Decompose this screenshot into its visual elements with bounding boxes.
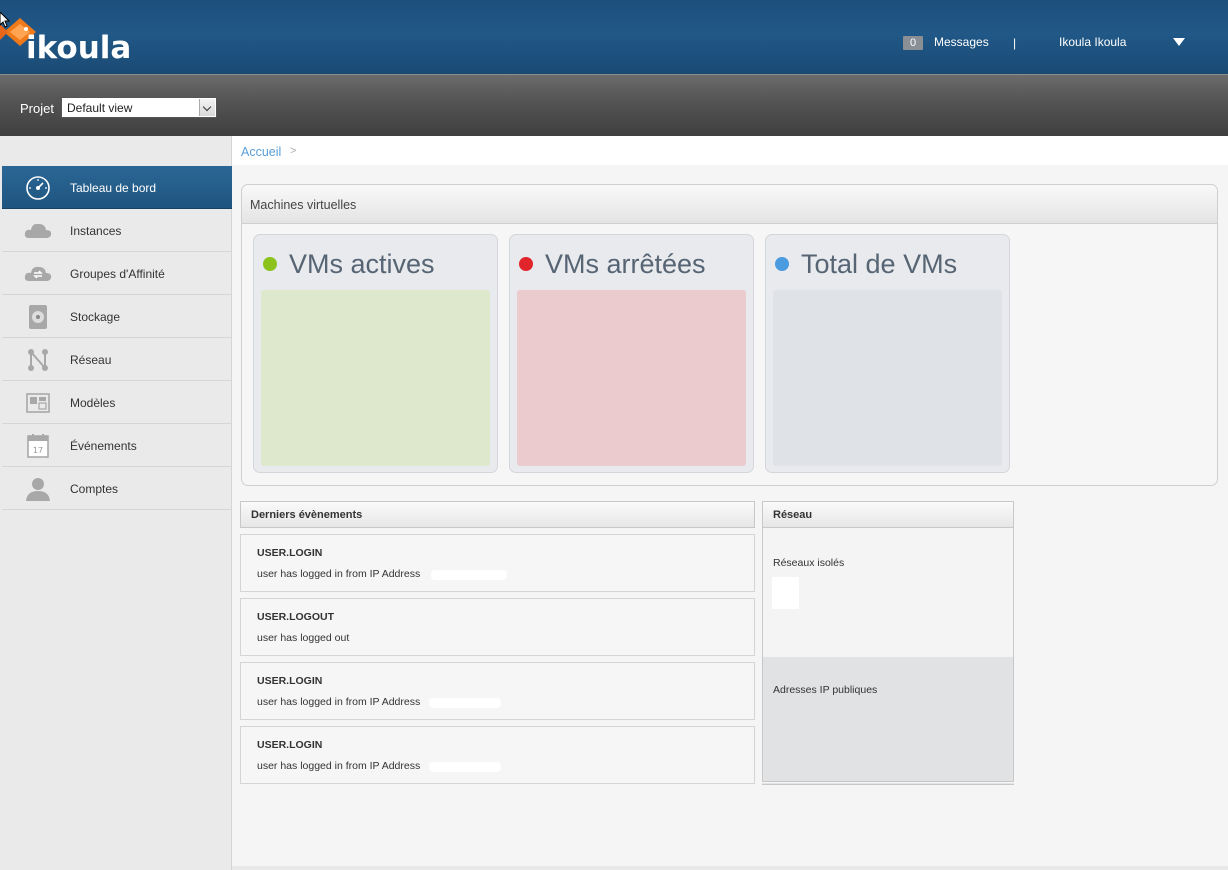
project-select-value: Default view <box>67 101 133 115</box>
breadcrumb-separator: > <box>290 145 297 157</box>
event-type: USER.LOGIN <box>257 675 323 687</box>
mouse-cursor-icon <box>0 12 10 28</box>
vm-card-chart-area <box>261 290 490 466</box>
vm-card-title: Total de VMs <box>801 249 958 279</box>
sidebar-item-storage[interactable]: Stockage <box>2 295 232 338</box>
status-dot-icon <box>519 257 533 271</box>
event-description: user has logged in from IP Address <box>257 568 421 580</box>
breadcrumb: Accueil > <box>232 136 1228 165</box>
sidebar-item-events[interactable]: 17 Événements <box>2 424 232 467</box>
event-item[interactable]: USER.LOGIN user has logged in from IP Ad… <box>240 534 755 592</box>
template-icon <box>26 393 50 413</box>
sidebar-item-instances[interactable]: Instances <box>2 209 232 252</box>
public-ip-label: Adresses IP publiques <box>773 684 878 696</box>
status-dot-icon <box>775 257 789 271</box>
main-content: Accueil > Machines virtuelles VMs active… <box>232 136 1228 866</box>
vm-panel: Machines virtuelles VMs actives VMs arrê… <box>241 184 1218 486</box>
user-menu[interactable]: Ikoula Ikoula <box>1059 35 1126 49</box>
top-header: ikoula 0 Messages | Ikoula Ikoula <box>0 0 1228 74</box>
network-footer <box>762 783 1014 785</box>
recent-events-header: Derniers évènements <box>240 501 755 528</box>
user-menu-caret-icon[interactable] <box>1173 38 1185 46</box>
ikoula-logo[interactable]: ikoula <box>0 10 140 66</box>
sidebar-item-label: Comptes <box>70 482 119 496</box>
event-description: user has logged out <box>257 632 350 644</box>
sidebar-item-label: Événements <box>70 439 137 453</box>
status-dot-icon <box>263 257 277 271</box>
sidebar-item-label: Tableau de bord <box>70 181 157 195</box>
chevron-down-icon[interactable] <box>199 99 215 116</box>
isolated-networks-section[interactable]: Réseaux isolés <box>762 528 1014 657</box>
sidebar-item-label: Modèles <box>70 396 116 410</box>
vm-card-chart-area <box>517 290 746 466</box>
network-icon <box>28 349 48 371</box>
header-separator: | <box>1013 36 1017 50</box>
sidebar-item-label: Stockage <box>70 310 121 324</box>
vm-card-active[interactable]: VMs actives <box>253 234 498 473</box>
sidebar-item-label: Réseau <box>70 353 112 367</box>
redacted-ip <box>429 698 501 708</box>
network-title: Réseau <box>773 509 813 521</box>
cloud-sync-icon <box>24 266 52 281</box>
sidebar-item-templates[interactable]: Modèles <box>2 381 232 424</box>
project-bar: Projet Default view <box>0 74 1228 136</box>
network-header: Réseau <box>762 501 1014 528</box>
public-ip-section[interactable]: Adresses IP publiques <box>762 657 1014 782</box>
sidebar-item-label: Groupes d'Affinité <box>70 267 165 281</box>
dashboard-gauge-icon <box>26 176 50 200</box>
event-type: USER.LOGIN <box>257 547 323 559</box>
sidebar-item-network[interactable]: Réseau <box>2 338 232 381</box>
calendar-icon: 17 <box>27 434 49 458</box>
event-item[interactable]: USER.LOGOUT user has logged out <box>240 598 755 656</box>
redacted-ip <box>431 570 507 580</box>
project-select[interactable]: Default view <box>61 97 217 118</box>
project-label: Projet <box>20 101 54 116</box>
vm-card-chart-area <box>773 290 1002 466</box>
event-item[interactable]: USER.LOGIN user has logged in from IP Ad… <box>240 726 755 784</box>
redacted-ip <box>429 762 501 772</box>
calendar-day: 17 <box>33 446 43 455</box>
vm-card-title: VMs arrêtées <box>545 249 706 279</box>
sidebar-item-accounts[interactable]: Comptes <box>2 467 232 510</box>
disk-icon <box>29 305 47 329</box>
vm-panel-title: Machines virtuelles <box>250 198 357 212</box>
event-type: USER.LOGIN <box>257 739 323 751</box>
event-description: user has logged in from IP Address <box>257 696 421 708</box>
breadcrumb-home-link[interactable]: Accueil <box>241 145 281 159</box>
vm-card-title: VMs actives <box>289 249 435 279</box>
event-item[interactable]: USER.LOGIN user has logged in from IP Ad… <box>240 662 755 720</box>
isolated-networks-label: Réseaux isolés <box>773 557 845 569</box>
user-icon <box>26 478 50 501</box>
sidebar-item-label: Instances <box>70 224 122 238</box>
sidebar-item-dashboard[interactable]: Tableau de bord <box>2 166 232 209</box>
messages-count-badge[interactable]: 0 <box>903 36 923 50</box>
vm-card-total[interactable]: Total de VMs <box>765 234 1010 473</box>
vm-card-stopped[interactable]: VMs arrêtées <box>509 234 754 473</box>
network-panel: Réseau Réseaux isolés Adresses IP publiq… <box>762 501 1014 785</box>
logo-text: ikoula <box>26 30 132 66</box>
vm-panel-header: Machines virtuelles <box>242 185 1217 224</box>
event-description: user has logged in from IP Address <box>257 760 421 772</box>
event-type: USER.LOGOUT <box>257 611 335 623</box>
sidebar-item-affinity-groups[interactable]: Groupes d'Affinité <box>2 252 232 295</box>
recent-events-title: Derniers évènements <box>251 509 363 521</box>
cloud-icon <box>24 223 52 238</box>
recent-events-panel: Derniers évènements USER.LOGIN user has … <box>240 501 755 785</box>
messages-link[interactable]: Messages <box>934 35 989 49</box>
sidebar: Tableau de bord Instances Groupes d'Affi… <box>0 136 232 870</box>
isolated-networks-chart <box>772 577 799 609</box>
